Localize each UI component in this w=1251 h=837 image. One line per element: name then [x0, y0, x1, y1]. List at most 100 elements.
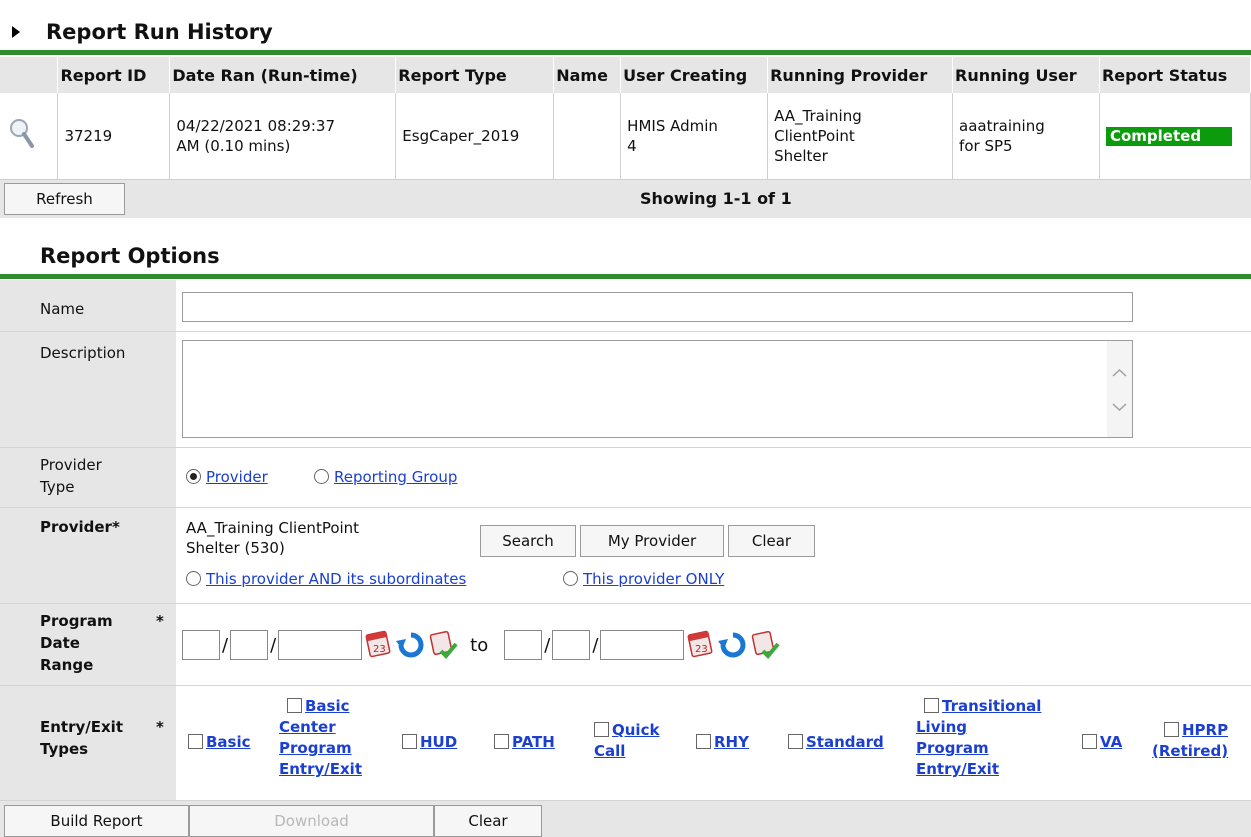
column-date-ran[interactable]: Date Ran (Run-time) — [169, 57, 397, 93]
start-month-input[interactable] — [182, 630, 220, 660]
name-row: Name — [0, 280, 1251, 332]
provider-row: Provider* AA_Training ClientPoint Shelte… — [0, 508, 1251, 604]
required-marker: * — [111, 518, 120, 536]
start-calendar-icon[interactable]: 23 — [364, 629, 394, 661]
column-running-user[interactable]: Running User — [952, 57, 1100, 93]
start-reset-icon[interactable] — [396, 629, 426, 661]
column-name[interactable]: Name — [553, 57, 622, 93]
end-today-icon[interactable] — [750, 629, 780, 661]
column-report-status[interactable]: Report Status — [1099, 57, 1251, 93]
end-month-input[interactable] — [504, 630, 543, 660]
column-running-provider[interactable]: Running Provider — [767, 57, 954, 93]
entry-type-quick-call[interactable]: Quick Call — [594, 720, 659, 762]
entry-type-hud[interactable]: HUD — [402, 732, 457, 753]
provider-only-radio[interactable] — [563, 571, 578, 586]
description-textarea[interactable] — [182, 340, 1133, 438]
provider-type-provider-option[interactable]: Provider — [186, 468, 268, 486]
table-row: 37219 04/22/2021 08:29:37 AM (0.10 mins)… — [0, 93, 1251, 180]
report-run-history-title: Report Run History — [46, 20, 273, 44]
magnifier-icon[interactable] — [8, 117, 34, 149]
hud-checkbox[interactable] — [402, 734, 417, 749]
report-options-title: Report Options — [40, 244, 220, 268]
column-icon — [0, 57, 59, 93]
rhy-checkbox[interactable] — [696, 734, 711, 749]
name-cell — [553, 93, 622, 180]
start-year-input[interactable] — [278, 630, 363, 660]
report-type-cell: EsgCaper_2019 — [395, 93, 555, 180]
scope-subordinates-option[interactable]: This provider AND its subordinates — [186, 570, 466, 588]
date-range-row: Program Date Range * / / 23 to / / 23 — [0, 604, 1251, 686]
date-range-inputs: / / 23 to / / 23 — [182, 629, 780, 661]
entry-type-basic[interactable]: Basic — [188, 732, 251, 753]
entry-type-transitional-living[interactable]: Transitional Living Program Entry/Exit — [916, 696, 1041, 780]
end-day-input[interactable] — [552, 630, 591, 660]
history-header-row: Report ID Date Ran (Run-time) Report Typ… — [0, 57, 1251, 93]
options-divider — [0, 274, 1251, 279]
path-checkbox[interactable] — [494, 734, 509, 749]
standard-checkbox[interactable] — [788, 734, 803, 749]
svg-text:23: 23 — [373, 644, 386, 655]
transitional-living-checkbox[interactable] — [924, 698, 939, 713]
column-report-type[interactable]: Report Type — [395, 57, 555, 93]
provider-radio[interactable] — [186, 469, 201, 484]
status-badge: Completed — [1105, 126, 1232, 146]
showing-count: Showing 1-1 of 1 — [640, 189, 792, 208]
scroll-down-icon[interactable] — [1107, 397, 1132, 417]
history-table: Report ID Date Ran (Run-time) Report Typ… — [0, 57, 1251, 180]
hprp-checkbox[interactable] — [1163, 722, 1179, 737]
subordinates-radio[interactable] — [186, 571, 201, 586]
reporting-group-radio[interactable] — [314, 469, 329, 484]
column-report-id[interactable]: Report ID — [57, 57, 171, 93]
entry-type-basic-center[interactable]: Basic Center Program Entry/Exit — [279, 696, 362, 780]
entry-type-path[interactable]: PATH — [494, 732, 555, 753]
name-label: Name — [34, 280, 176, 331]
report-id-cell: 37219 — [57, 93, 171, 180]
provider-type-reporting-group-option[interactable]: Reporting Group — [314, 468, 457, 486]
build-report-button[interactable]: Build Report — [4, 805, 189, 837]
build-clear-button[interactable]: Clear — [434, 805, 542, 837]
download-button[interactable]: Download — [189, 805, 434, 837]
options-form: Name Description Provider Type Provider … — [0, 280, 1251, 801]
required-marker: * — [156, 718, 164, 736]
entry-exit-row: Entry/Exit Types * Basic Basic Center Pr… — [0, 686, 1251, 801]
end-year-input[interactable] — [600, 630, 685, 660]
refresh-button[interactable]: Refresh — [4, 183, 125, 215]
provider-type-row: Provider Type Provider Reporting Group — [0, 448, 1251, 508]
scope-only-option[interactable]: This provider ONLY — [563, 570, 724, 588]
svg-text:23: 23 — [695, 644, 708, 655]
options-footer-bar: Build Report Download Clear — [0, 801, 1251, 837]
provider-label: Provider* — [34, 508, 176, 603]
date-range-label: Program Date Range * — [34, 604, 176, 685]
basic-checkbox[interactable] — [188, 734, 203, 749]
provider-clear-button[interactable]: Clear — [728, 525, 815, 557]
basic-center-checkbox[interactable] — [287, 698, 302, 713]
provider-type-label: Provider Type — [34, 448, 176, 507]
date-ran-cell: 04/22/2021 08:29:37 AM (0.10 mins) — [169, 93, 397, 180]
user-creating-cell: HMIS Admin 4 — [620, 93, 769, 180]
column-user-creating[interactable]: User Creating — [620, 57, 769, 93]
quick-call-checkbox[interactable] — [594, 722, 609, 737]
expand-triangle-icon[interactable] — [12, 26, 20, 38]
history-footer-bar: Refresh Showing 1-1 of 1 — [0, 180, 1251, 218]
report-status-cell: Completed — [1099, 93, 1251, 180]
my-provider-button[interactable]: My Provider — [580, 525, 724, 557]
running-provider-cell: AA_Training ClientPoint Shelter — [767, 93, 954, 180]
entry-type-rhy[interactable]: RHY — [696, 732, 749, 753]
entry-type-va[interactable]: VA — [1082, 732, 1122, 753]
start-today-icon[interactable] — [428, 629, 458, 661]
scroll-up-icon[interactable] — [1107, 363, 1132, 383]
entry-exit-label: Entry/Exit Types * — [34, 686, 176, 800]
end-reset-icon[interactable] — [718, 629, 748, 661]
selected-provider: AA_Training ClientPoint Shelter (530) — [186, 519, 360, 557]
report-run-history-header[interactable]: Report Run History — [0, 14, 273, 50]
provider-search-button[interactable]: Search — [480, 525, 576, 557]
view-report-cell[interactable] — [0, 93, 59, 180]
entry-type-hprp[interactable]: HPRP (Retired) — [1152, 720, 1228, 762]
textarea-scrollbar[interactable] — [1107, 341, 1132, 437]
va-checkbox[interactable] — [1082, 734, 1097, 749]
end-calendar-icon[interactable]: 23 — [686, 629, 716, 661]
start-day-input[interactable] — [230, 630, 269, 660]
name-input[interactable] — [182, 292, 1133, 322]
entry-type-standard[interactable]: Standard — [788, 732, 884, 753]
report-options-header: Report Options — [40, 238, 220, 274]
